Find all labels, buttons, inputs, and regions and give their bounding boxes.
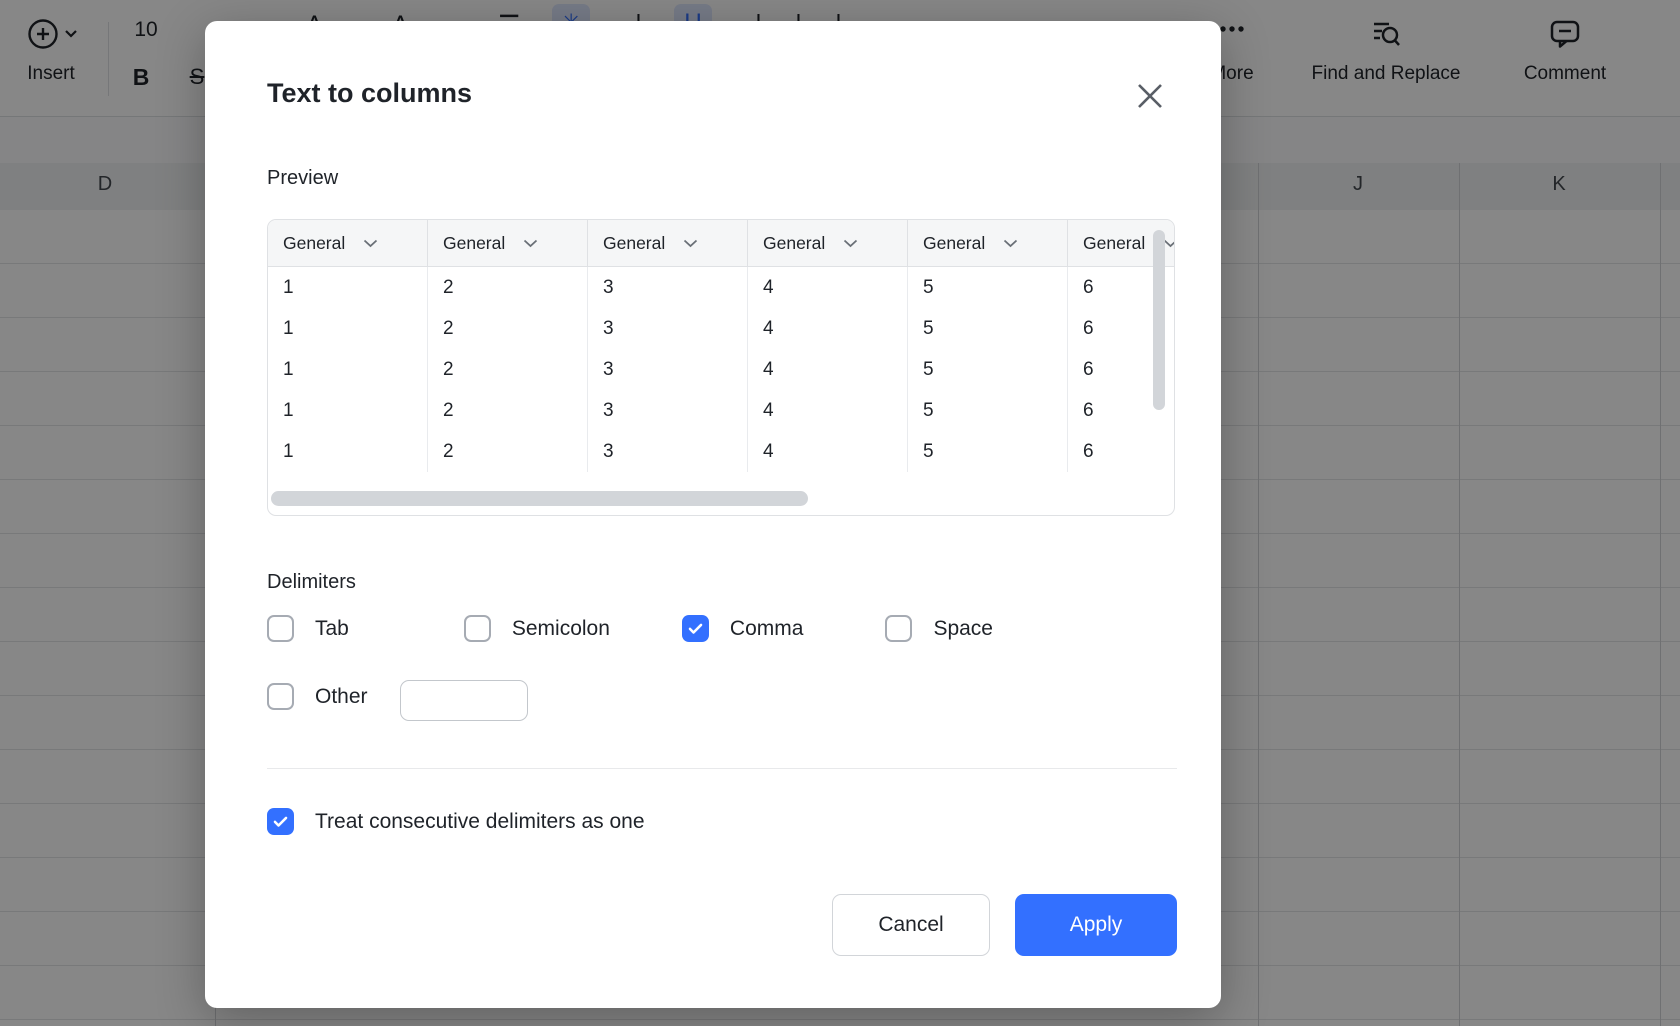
dialog-title: Text to columns xyxy=(267,76,472,110)
preview-column-type-dropdown[interactable]: General xyxy=(268,220,428,266)
preview-row: 123456 xyxy=(268,349,1175,390)
checkbox[interactable] xyxy=(885,615,912,642)
preview-cell: 3 xyxy=(588,349,748,390)
vertical-scrollbar[interactable] xyxy=(1153,230,1165,410)
horizontal-scrollbar[interactable] xyxy=(271,491,808,506)
delimiter-option-space[interactable]: Space xyxy=(885,615,993,642)
column-type-label: General xyxy=(603,233,665,254)
preview-cell: 3 xyxy=(588,390,748,431)
preview-cell: 5 xyxy=(908,267,1068,308)
check-icon xyxy=(271,812,290,831)
chevron-down-icon xyxy=(523,239,538,248)
preview-cell: 5 xyxy=(908,308,1068,349)
preview-cell: 1 xyxy=(268,349,428,390)
preview-header-row: General General General General General Gener… xyxy=(268,220,1175,267)
preview-cell: 2 xyxy=(428,390,588,431)
preview-row: 123456 xyxy=(268,267,1175,308)
preview-cell: 2 xyxy=(428,267,588,308)
checkbox[interactable] xyxy=(267,615,294,642)
column-type-label: General xyxy=(283,233,345,254)
other-label: Other xyxy=(315,683,368,710)
close-button[interactable] xyxy=(1131,77,1169,115)
preview-cell: 1 xyxy=(268,390,428,431)
preview-cell: 3 xyxy=(588,308,748,349)
preview-cell: 6 xyxy=(1068,431,1175,472)
delimiter-options-row: Tab Semicolon Comma Space xyxy=(267,615,993,642)
preview-row: 123456 xyxy=(268,308,1175,349)
chevron-down-icon xyxy=(683,239,698,248)
preview-row: 123456 xyxy=(268,390,1175,431)
delimiter-label: Semicolon xyxy=(512,615,610,642)
column-type-label: General xyxy=(923,233,985,254)
preview-cell: 5 xyxy=(908,349,1068,390)
column-type-label: General xyxy=(443,233,505,254)
delimiter-option-tab[interactable]: Tab xyxy=(267,615,349,642)
preview-cell: 5 xyxy=(908,431,1068,472)
chevron-down-icon xyxy=(363,239,378,248)
column-type-label: General xyxy=(1083,233,1145,254)
delimiter-option-other[interactable]: Other xyxy=(267,683,368,710)
preview-cell: 3 xyxy=(588,431,748,472)
preview-label: Preview xyxy=(267,165,338,191)
delimiters-label: Delimiters xyxy=(267,569,356,595)
preview-cell: 4 xyxy=(748,267,908,308)
checkbox-checked[interactable] xyxy=(267,808,294,835)
treat-consecutive-label: Treat consecutive delimiters as one xyxy=(315,808,645,835)
dialog-divider xyxy=(267,768,1177,769)
preview-cell: 5 xyxy=(908,390,1068,431)
preview-cell: 2 xyxy=(428,349,588,390)
chevron-down-icon xyxy=(843,239,858,248)
delimiter-label: Space xyxy=(933,615,993,642)
preview-cell: 4 xyxy=(748,431,908,472)
column-type-label: General xyxy=(763,233,825,254)
delimiter-label: Comma xyxy=(730,615,804,642)
preview-cell: 1 xyxy=(268,267,428,308)
preview-column-type-dropdown[interactable]: General xyxy=(428,220,588,266)
other-delimiter-input[interactable] xyxy=(400,680,528,721)
delimiter-option-semicolon[interactable]: Semicolon xyxy=(464,615,610,642)
preview-column-type-dropdown[interactable]: General xyxy=(748,220,908,266)
preview-column-type-dropdown[interactable]: General xyxy=(908,220,1068,266)
chevron-down-icon xyxy=(1163,239,1175,248)
close-icon xyxy=(1134,80,1166,112)
treat-consecutive-option[interactable]: Treat consecutive delimiters as one xyxy=(267,808,645,835)
preview-cell: 4 xyxy=(748,390,908,431)
apply-button[interactable]: Apply xyxy=(1015,894,1177,956)
cancel-button[interactable]: Cancel xyxy=(832,894,990,956)
check-icon xyxy=(686,619,705,638)
delimiter-label: Tab xyxy=(315,615,349,642)
preview-cell: 3 xyxy=(588,267,748,308)
preview-cell: 4 xyxy=(748,308,908,349)
preview-cell: 2 xyxy=(428,308,588,349)
checkbox-checked[interactable] xyxy=(682,615,709,642)
delimiter-option-comma[interactable]: Comma xyxy=(682,615,804,642)
preview-row: 123456 xyxy=(268,431,1175,472)
preview-cell: 1 xyxy=(268,308,428,349)
preview-cell: 4 xyxy=(748,349,908,390)
text-to-columns-dialog: Text to columns Preview GeneralGeneralGe… xyxy=(205,21,1221,1008)
preview-table: General General General General General Gener… xyxy=(267,219,1175,516)
preview-column-type-dropdown[interactable]: General xyxy=(588,220,748,266)
checkbox[interactable] xyxy=(464,615,491,642)
checkbox[interactable] xyxy=(267,683,294,710)
preview-cell: 1 xyxy=(268,431,428,472)
preview-body: 123456123456123456123456123456 xyxy=(268,267,1175,472)
chevron-down-icon xyxy=(1003,239,1018,248)
preview-cell: 2 xyxy=(428,431,588,472)
